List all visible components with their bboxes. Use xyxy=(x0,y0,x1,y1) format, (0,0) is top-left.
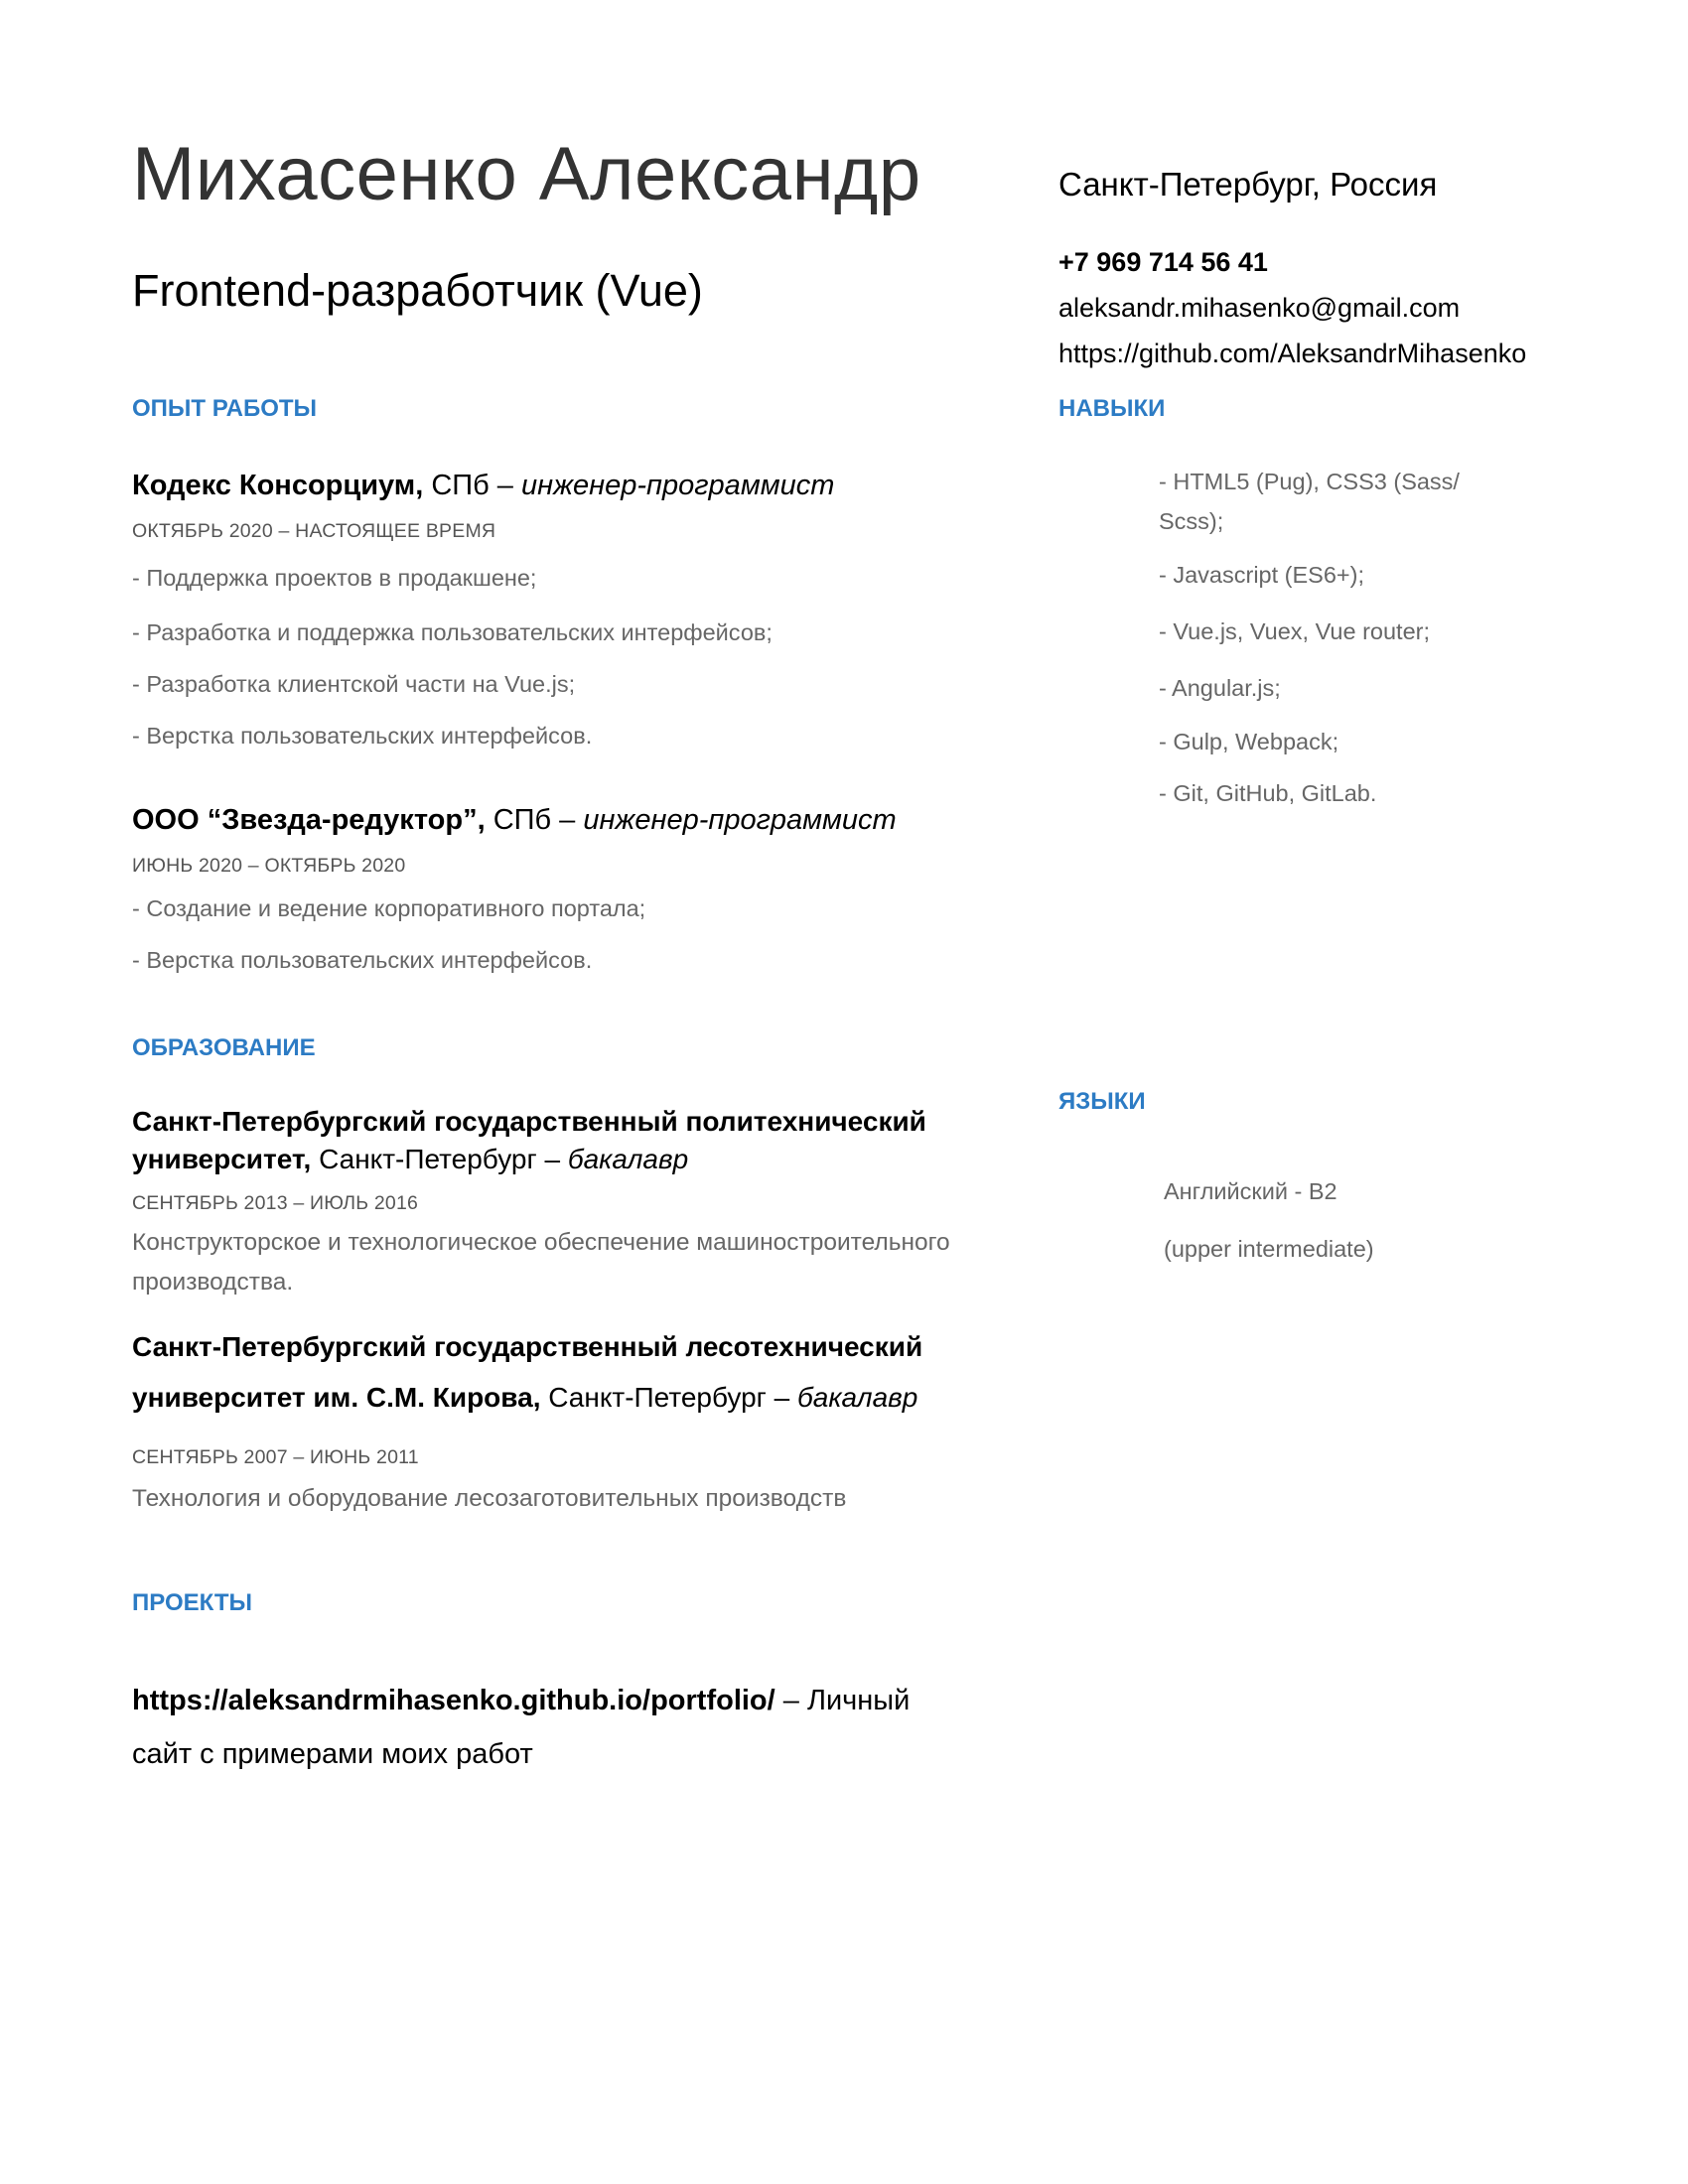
project-link[interactable]: https://aleksandrmihasenko.github.io/por… xyxy=(132,1685,775,1716)
resume-role: Frontend-разработчик (Vue) xyxy=(132,265,703,316)
section-heading-skills: НАВЫКИ xyxy=(1058,395,1166,422)
edu-institution-cont: университет им. С.М. Кирова, xyxy=(132,1382,541,1413)
contact-email[interactable]: aleksandr.mihasenko@gmail.com xyxy=(1058,290,1460,326)
job-dates: ОКТЯБРЬ 2020 – НАСТОЯЩЕЕ ВРЕМЯ xyxy=(132,520,496,542)
edu-description: Конструкторское и технологическое обеспе… xyxy=(132,1229,950,1296)
skill-item: - Git, GitHub, GitLab. xyxy=(1159,780,1377,806)
section-heading-projects: ПРОЕКТЫ xyxy=(132,1589,253,1616)
job-duty: - Поддержка проектов в продакшене; xyxy=(132,565,537,591)
project-entry: https://aleksandrmihasenko.github.io/por… xyxy=(132,1674,976,1781)
job-position: инженер-программист xyxy=(583,804,897,836)
job-title: Кодекс Консорциум, СПб – инженер-програм… xyxy=(132,467,834,504)
edu-institution: Санкт-Петербургский государственный лесо… xyxy=(132,1331,923,1362)
language-level: (upper intermediate) xyxy=(1164,1236,1374,1262)
edu-title-line2: университет им. С.М. Кирова, Санкт-Петер… xyxy=(132,1379,917,1417)
skill-item: - Angular.js; xyxy=(1159,675,1281,701)
edu-degree: бакалавр xyxy=(797,1382,918,1413)
edu-title-line1: Санкт-Петербургский государственный поли… xyxy=(132,1103,926,1141)
contact-city: Санкт-Петербург, Россия xyxy=(1058,166,1438,203)
edu-title-line2: университет, Санкт-Петербург – бакалавр xyxy=(132,1141,688,1178)
job-duty: - Верстка пользовательских интерфейсов. xyxy=(132,723,593,749)
edu-institution-cont: университет, xyxy=(132,1144,312,1174)
job-company: ООО “Звезда-редуктор”, xyxy=(132,804,486,836)
edu-degree: бакалавр xyxy=(567,1144,689,1174)
edu-title-line1: Санкт-Петербургский государственный лесо… xyxy=(132,1328,922,1366)
job-duty: - Разработка клиентской части на Vue.js; xyxy=(132,671,576,697)
section-heading-languages: ЯЗЫКИ xyxy=(1058,1088,1146,1115)
job-location: СПб – xyxy=(423,470,521,501)
job-duty: - Разработка и поддержка пользовательски… xyxy=(132,619,773,645)
skill-item: - HTML5 (Pug), CSS3 (Sass/ Scss); xyxy=(1159,469,1460,534)
contact-phone: +7 969 714 56 41 xyxy=(1058,247,1268,277)
job-dates: ИЮНЬ 2020 – ОКТЯБРЬ 2020 xyxy=(132,855,406,877)
edu-dates: СЕНТЯБРЬ 2013 – ИЮЛЬ 2016 xyxy=(132,1192,419,1214)
section-heading-experience: ОПЫТ РАБОТЫ xyxy=(132,395,318,422)
job-duty: - Верстка пользовательских интерфейсов. xyxy=(132,947,593,973)
job-duty: - Создание и ведение корпоративного порт… xyxy=(132,895,646,921)
edu-location: Санкт-Петербург – xyxy=(311,1144,568,1174)
section-heading-education: ОБРАЗОВАНИЕ xyxy=(132,1034,316,1061)
skill-item: - Vue.js, Vuex, Vue router; xyxy=(1159,618,1430,644)
edu-institution: Санкт-Петербургский государственный поли… xyxy=(132,1106,926,1137)
job-location: СПб – xyxy=(485,804,584,836)
edu-location: Санкт-Петербург – xyxy=(540,1382,797,1413)
skill-item: - Javascript (ES6+); xyxy=(1159,562,1364,588)
contact-github[interactable]: https://github.com/AleksandrMihasenko xyxy=(1058,336,1526,371)
resume-name: Михасенко Александр xyxy=(132,132,921,216)
skill-item: - Gulp, Webpack; xyxy=(1159,729,1339,754)
language-item: Английский - B2 xyxy=(1164,1178,1337,1204)
edu-dates: СЕНТЯБРЬ 2007 – ИЮНЬ 2011 xyxy=(132,1446,419,1468)
job-title: ООО “Звезда-редуктор”, СПб – инженер-про… xyxy=(132,801,897,839)
job-position: инженер-программист xyxy=(521,470,835,501)
job-company: Кодекс Консорциум, xyxy=(132,470,424,501)
edu-description: Технология и оборудование лесозаготовите… xyxy=(132,1485,847,1512)
